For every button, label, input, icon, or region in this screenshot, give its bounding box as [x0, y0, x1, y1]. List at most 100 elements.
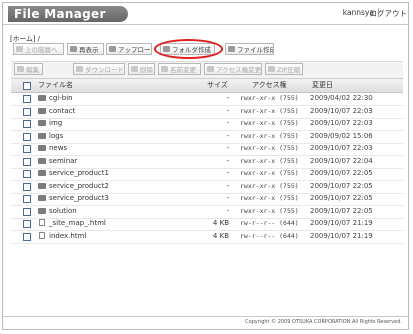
- file-access: rwxr-xr-x (755): [240, 144, 299, 152]
- select-all-checkbox[interactable]: [23, 82, 31, 90]
- permission-button[interactable]: アクセス権変更: [204, 63, 262, 75]
- refresh-button[interactable]: 再表示: [67, 43, 104, 55]
- edit-label: 編集: [26, 66, 39, 74]
- row-checkbox[interactable]: [23, 132, 31, 141]
- file-name[interactable]: logs: [49, 132, 63, 140]
- file-size: -: [226, 169, 229, 177]
- file-access: rw-r--r-- (644): [240, 231, 299, 240]
- file-name[interactable]: index.html: [49, 232, 86, 240]
- row-checkbox[interactable]: [23, 207, 31, 216]
- copyright: Copyright © 2009 OTSUKA CORPORATION All …: [245, 319, 402, 325]
- new-file-label: ファイル作成: [237, 46, 274, 54]
- folder-icon: [38, 170, 46, 176]
- file-size: 4 KB: [212, 231, 229, 240]
- rename-button[interactable]: 名前変更: [158, 63, 201, 75]
- file-name[interactable]: seminar: [49, 157, 77, 165]
- file-name[interactable]: contact: [49, 107, 75, 115]
- edit-button[interactable]: 編集: [14, 63, 43, 75]
- top-divider: [3, 24, 408, 25]
- up-level-button[interactable]: 上の階層へ: [13, 43, 64, 55]
- file-date: 2009/10/07 22:03: [310, 106, 373, 115]
- zip-label: ZIP圧縮: [277, 66, 301, 74]
- rename-icon: [161, 66, 168, 72]
- file-size: -: [226, 106, 229, 115]
- upload-icon: [109, 46, 116, 52]
- table-header: ファイル名 サイズ アクセス権 変更日: [11, 78, 403, 93]
- file-size: -: [226, 206, 229, 215]
- row-checkbox[interactable]: [23, 182, 31, 191]
- file-name[interactable]: news: [49, 144, 67, 152]
- row-checkbox[interactable]: [23, 220, 31, 228]
- file-access: rwxr-xr-x (755): [240, 169, 299, 177]
- refresh-label: 再表示: [79, 46, 99, 54]
- row-checkbox[interactable]: [23, 107, 31, 116]
- file-size: -: [226, 156, 229, 165]
- permission-label: アクセス権変更: [216, 66, 262, 74]
- table-row[interactable]: index.html 4 KB rw-r--r-- (644) 2009/10/07 …: [11, 230, 403, 244]
- file-access: rwxr-xr-x (755): [240, 106, 299, 115]
- highlight-circle: [154, 39, 223, 59]
- download-icon: [76, 66, 83, 72]
- file-access: rwxr-xr-x (755): [240, 94, 299, 102]
- column-size[interactable]: サイズ: [207, 80, 228, 90]
- folder-icon: [38, 132, 46, 139]
- file-size: -: [226, 144, 229, 152]
- app-title: File Manager: [14, 7, 106, 21]
- row-checkbox[interactable]: [23, 195, 31, 203]
- folder-icon: [38, 120, 46, 126]
- file-size: -: [226, 194, 229, 202]
- trash-icon: [131, 66, 138, 72]
- file-access: rwxr-xr-x (755): [240, 206, 299, 215]
- up-arrow-icon: [16, 46, 23, 52]
- row-checkbox[interactable]: [23, 120, 31, 128]
- row-checkbox[interactable]: [23, 95, 31, 103]
- row-checkbox[interactable]: [23, 145, 31, 153]
- download-button[interactable]: ダウンロード: [73, 63, 125, 75]
- new-file-button[interactable]: ファイル作成: [225, 43, 274, 55]
- file-date: 2009/10/07 22:04: [310, 156, 373, 165]
- column-date[interactable]: 変更日: [312, 80, 333, 90]
- file-size: 4 KB: [212, 219, 229, 227]
- file-date: 2009/10/07 21:19: [310, 219, 373, 227]
- rename-label: 名前変更: [170, 66, 196, 74]
- logout-link[interactable]: ログアウト: [370, 8, 408, 19]
- file-name[interactable]: service_product3: [49, 194, 109, 202]
- file-access: rwxr-xr-x (755): [240, 119, 299, 127]
- column-name[interactable]: ファイル名: [38, 80, 73, 90]
- folder-icon: [38, 182, 46, 189]
- file-date: 2009/10/07 22:05: [310, 206, 373, 215]
- delete-label: 削除: [140, 66, 153, 74]
- folder-icon: [38, 145, 46, 151]
- file-date: 2009/10/07 21:19: [310, 231, 373, 240]
- refresh-icon: [70, 46, 77, 52]
- file-name[interactable]: _site_map_.html: [49, 219, 106, 227]
- app-window: File Manager kannsya | ログアウト [ホーム] / 上の階…: [2, 2, 409, 330]
- file-date: 2009/09/02 15:06: [310, 131, 373, 140]
- file-access: rwxr-xr-x (755): [240, 181, 299, 190]
- folder-icon: [38, 157, 46, 164]
- up-level-label: 上の階層へ: [25, 46, 58, 54]
- file-access: rwxr-xr-x (755): [240, 156, 299, 165]
- row-checkbox[interactable]: [23, 232, 31, 241]
- zip-button[interactable]: ZIP圧縮: [265, 63, 303, 75]
- file-add-icon: [228, 46, 235, 52]
- edit-icon: [17, 66, 24, 72]
- file-name[interactable]: cgi-bin: [49, 94, 73, 102]
- upload-button[interactable]: アップロー: [106, 43, 152, 55]
- file-name[interactable]: service_product2: [49, 182, 109, 190]
- file-name[interactable]: img: [49, 119, 62, 127]
- folder-icon: [38, 107, 46, 114]
- file-name[interactable]: service_product1: [49, 169, 109, 177]
- row-checkbox[interactable]: [23, 157, 31, 166]
- file-size: -: [226, 119, 229, 127]
- delete-button[interactable]: 削除: [128, 63, 155, 75]
- file-size: -: [226, 94, 229, 102]
- upload-label: アップロー: [118, 46, 151, 54]
- breadcrumb[interactable]: [ホーム] /: [10, 33, 40, 43]
- row-checkbox[interactable]: [23, 170, 31, 178]
- app-logo: File Manager: [8, 6, 128, 22]
- file-name[interactable]: solution: [49, 207, 77, 215]
- column-access[interactable]: アクセス権: [252, 80, 287, 90]
- zip-icon: [268, 66, 275, 72]
- file-date: 2009/10/07 22:03: [310, 119, 373, 127]
